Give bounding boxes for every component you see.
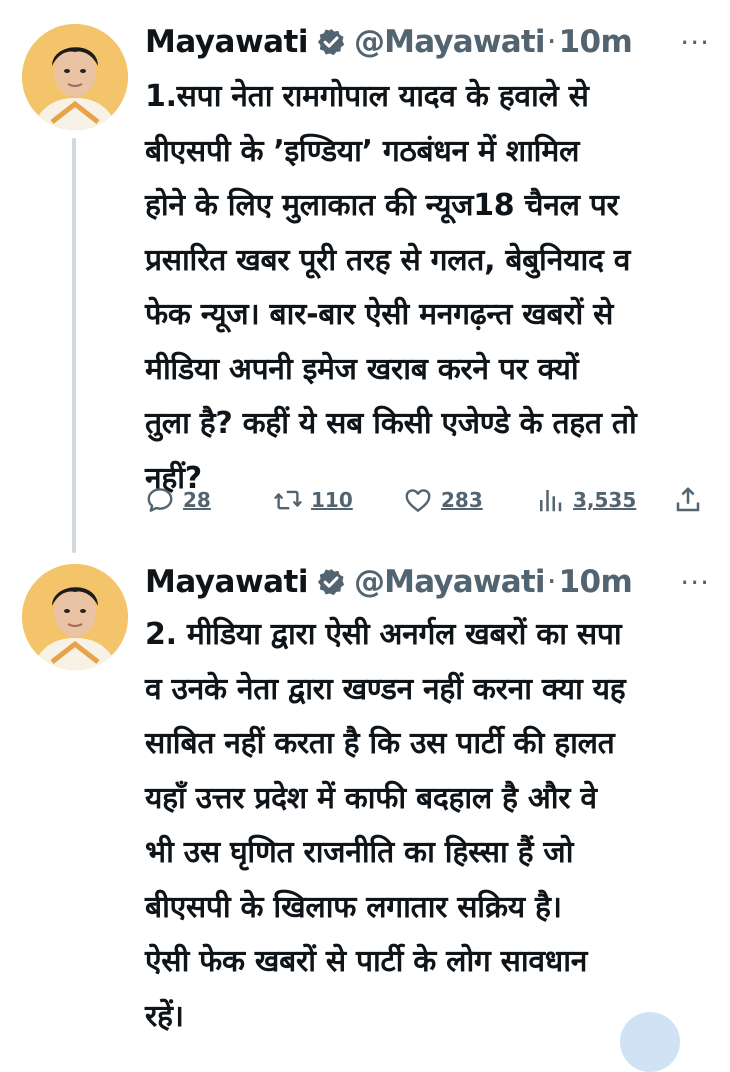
repost-count: 110 xyxy=(311,488,353,512)
tweet-2[interactable]: Mayawati @Mayawati · 10m ··· 2. मीडिया द… xyxy=(0,548,730,1034)
separator-dot: · xyxy=(546,564,557,600)
timestamp[interactable]: 10m xyxy=(559,24,633,60)
more-options-icon[interactable]: ··· xyxy=(680,566,710,599)
like-button[interactable]: 283 xyxy=(403,485,483,515)
avatar-portrait-icon xyxy=(22,24,128,130)
verified-badge-icon[interactable] xyxy=(316,567,346,597)
author-name[interactable]: Mayawati xyxy=(145,564,308,600)
views-count: 3,535 xyxy=(573,488,637,512)
action-bar: 28 110 283 3,535 xyxy=(145,476,710,524)
more-options-icon[interactable]: ··· xyxy=(680,26,710,59)
views-icon xyxy=(540,490,562,512)
tweet-1[interactable]: Mayawati @Mayawati · 10m ··· 1.सपा नेता … xyxy=(0,0,730,553)
author-name[interactable]: Mayawati xyxy=(145,24,308,60)
tweet-header: Mayawati @Mayawati · 10m ··· xyxy=(145,20,710,64)
heart-icon xyxy=(405,489,431,512)
views-button[interactable]: 3,535 xyxy=(535,485,636,515)
share-icon xyxy=(676,487,700,512)
reply-count: 28 xyxy=(183,488,211,512)
reply-button[interactable]: 28 xyxy=(145,485,211,515)
floating-action-button-partial[interactable] xyxy=(620,1012,680,1072)
repost-button[interactable]: 110 xyxy=(273,485,353,515)
author-handle[interactable]: @Mayawati xyxy=(354,24,546,60)
repost-icon xyxy=(273,490,303,510)
separator-dot: · xyxy=(546,24,557,60)
avatar[interactable] xyxy=(22,24,128,130)
tweet-text: 1.सपा नेता रामगोपाल यादव के हवाले से बीए… xyxy=(145,79,637,496)
verified-badge-icon[interactable] xyxy=(316,27,346,57)
author-handle[interactable]: @Mayawati xyxy=(354,564,546,600)
share-button[interactable] xyxy=(673,485,703,515)
thread-connector xyxy=(72,138,76,553)
avatar-portrait-icon xyxy=(22,564,128,670)
avatar[interactable] xyxy=(22,564,128,670)
tweet-header: Mayawati @Mayawati · 10m ··· xyxy=(145,560,710,604)
reply-icon xyxy=(147,488,173,512)
timestamp[interactable]: 10m xyxy=(559,564,633,600)
like-count: 283 xyxy=(441,488,483,512)
tweet-text: 2. मीडिया द्वारा ऐसी अनर्गल खबरों का सपा… xyxy=(145,617,626,1034)
